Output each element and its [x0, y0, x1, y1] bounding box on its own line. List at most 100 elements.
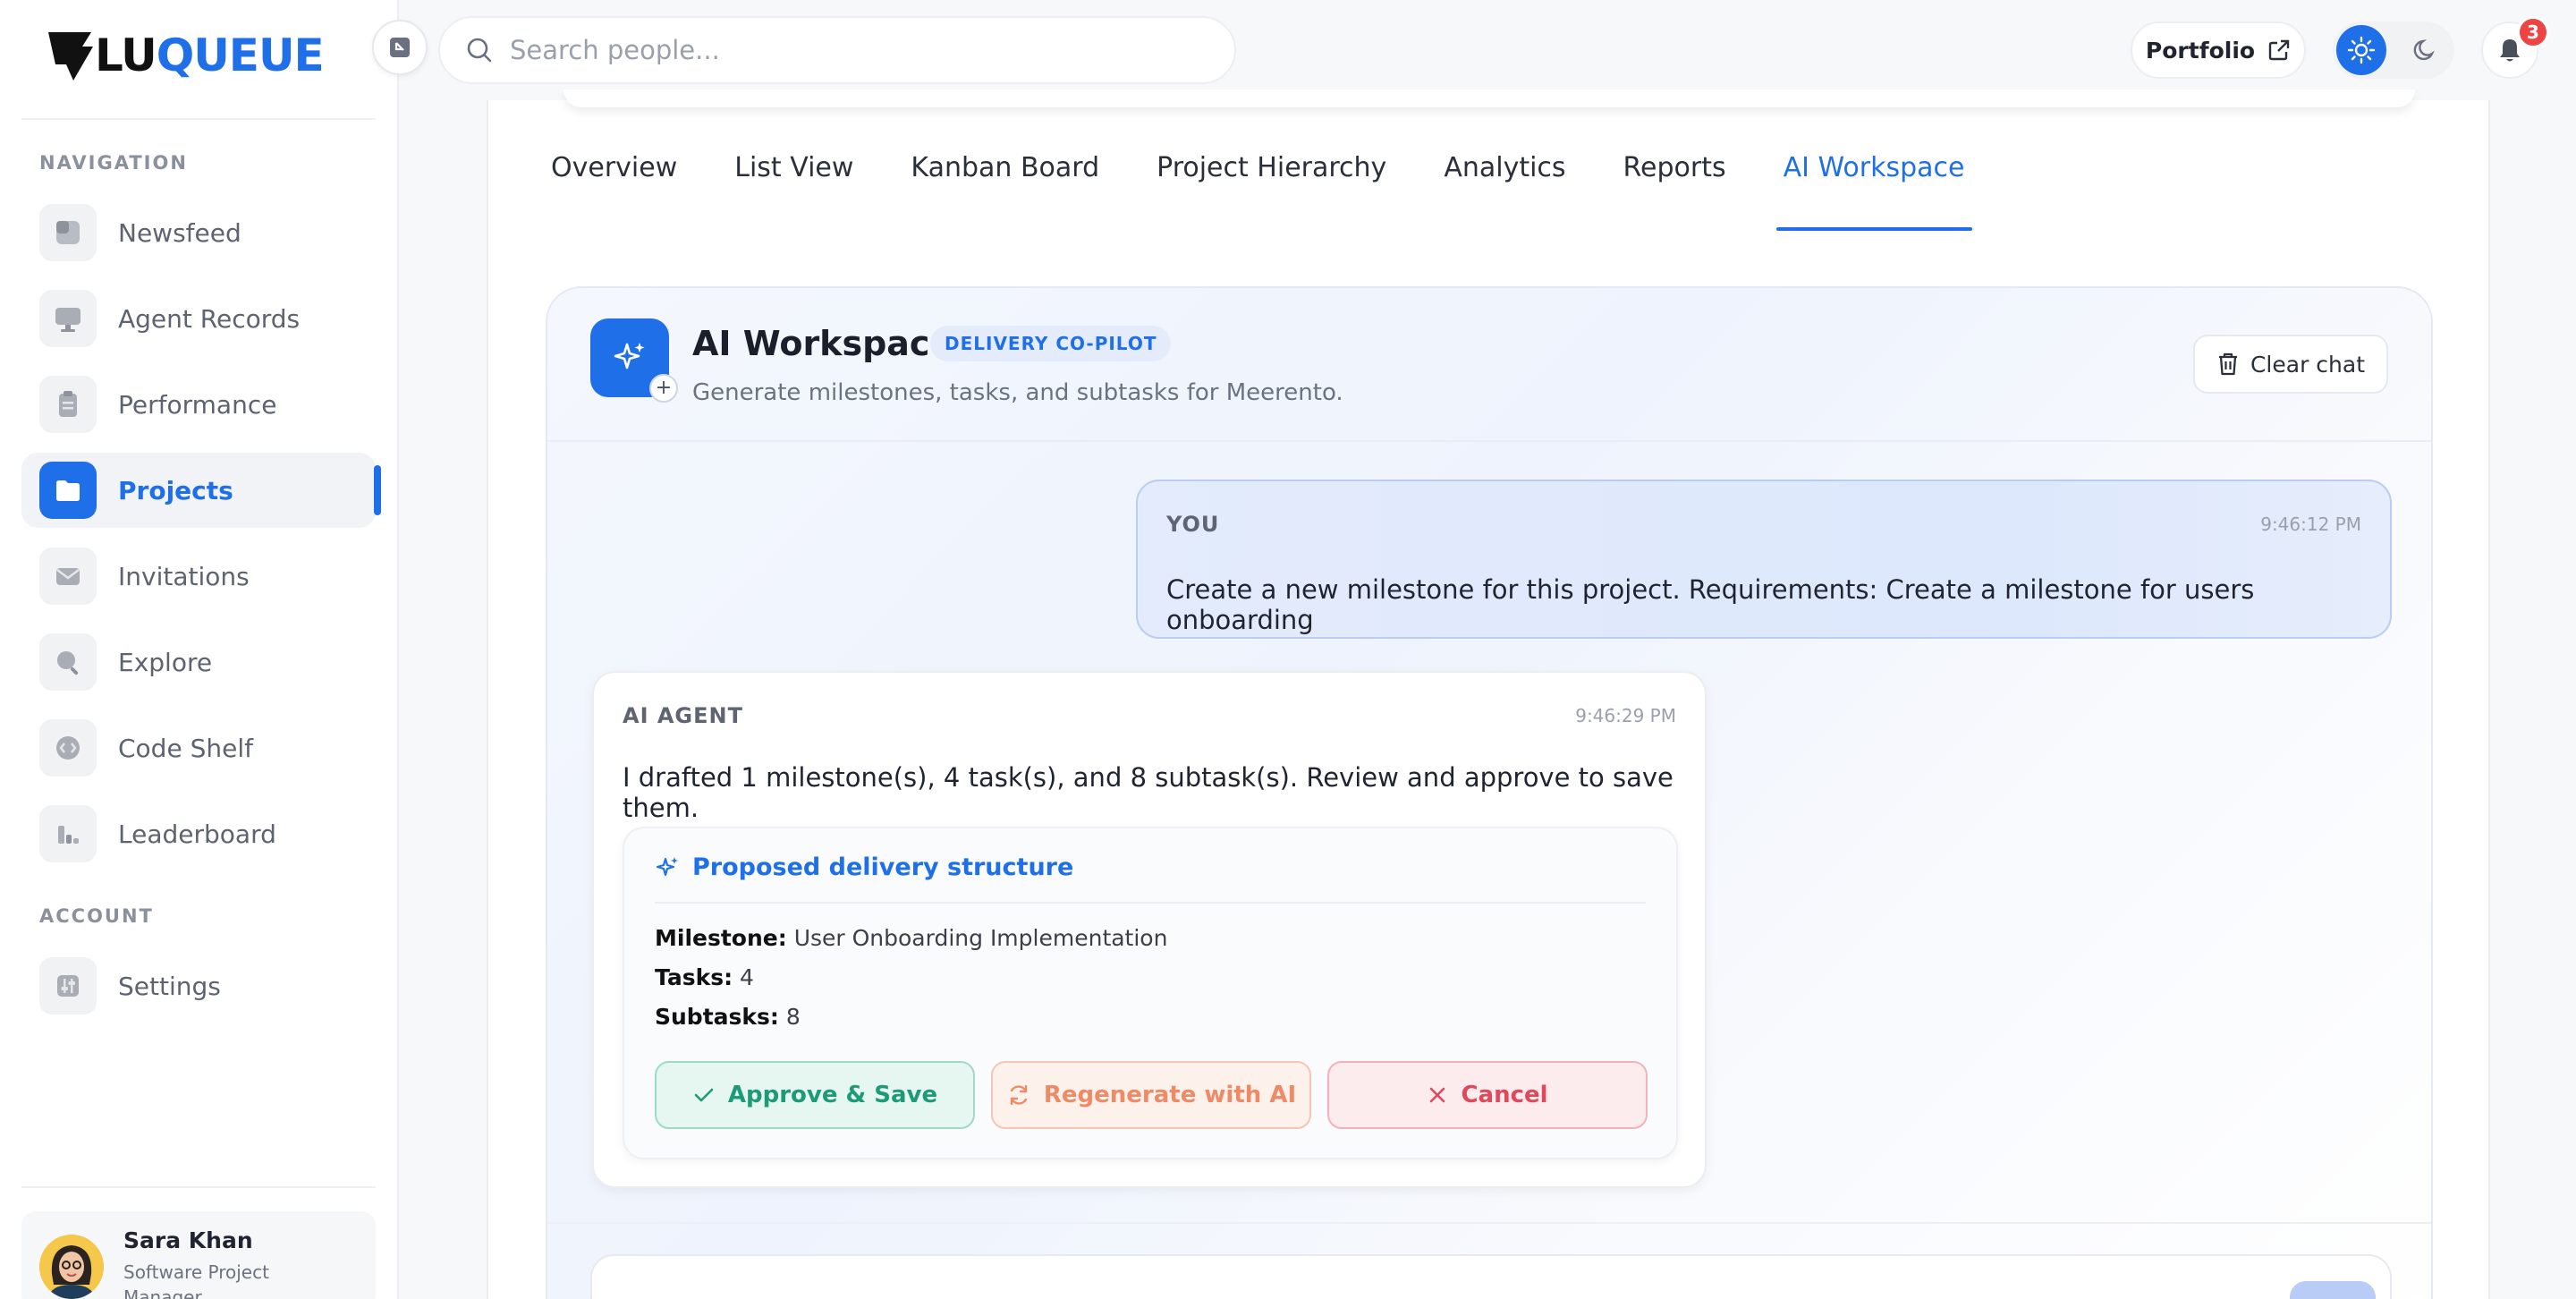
proposal-title: Proposed delivery structure: [692, 853, 1074, 881]
tab-ai-workspace[interactable]: AI Workspace: [1775, 152, 1972, 231]
message-role: AI AGENT: [623, 703, 743, 728]
logo-mark-icon: [48, 32, 93, 81]
folder-icon: [39, 462, 97, 519]
sidebar-item-label: Explore: [118, 647, 213, 677]
sidebar-item-performance[interactable]: Performance: [21, 367, 376, 442]
sidebar-item-label: Performance: [118, 389, 277, 420]
external-link-icon: [2268, 39, 2290, 61]
chat-compose-box[interactable]: [590, 1254, 2392, 1299]
notifications-button[interactable]: 3: [2481, 16, 2549, 79]
proposal-header: Proposed delivery structure: [655, 853, 1073, 881]
search-bar[interactable]: [438, 16, 1236, 84]
search-icon: [467, 38, 492, 63]
message-role: YOU: [1166, 512, 1220, 537]
sidebar-item-explore[interactable]: Explore: [21, 624, 376, 700]
brand-logo[interactable]: LUQUEUE: [47, 25, 325, 86]
sun-icon: [2347, 36, 2376, 64]
sidebar-item-label: Code Shelf: [118, 733, 253, 763]
sidebar-item-label: Invitations: [118, 561, 250, 591]
user-role: Software Project Manager: [123, 1261, 269, 1299]
send-button[interactable]: [2290, 1281, 2376, 1299]
chat-input[interactable]: [619, 1283, 2229, 1299]
plus-icon: +: [649, 374, 678, 403]
newsfeed-icon: [39, 204, 97, 261]
theme-toggle[interactable]: [2333, 21, 2454, 79]
message-time: 9:46:29 PM: [1575, 705, 1676, 726]
sidebar-item-label: Newsfeed: [118, 217, 242, 248]
sidebar-item-settings[interactable]: Settings: [21, 948, 376, 1023]
clear-chat-button[interactable]: Clear chat: [2193, 335, 2388, 394]
proposal-divider: [655, 902, 1646, 904]
bar-chart-icon: [39, 805, 97, 862]
tab-reports[interactable]: Reports: [1623, 152, 1726, 231]
user-name: Sara Khan: [123, 1227, 253, 1253]
sidebar-item-leaderboard[interactable]: Leaderboard: [21, 796, 376, 871]
clipboard-icon: [39, 376, 97, 433]
section-label-account: ACCOUNT: [39, 905, 154, 927]
sidebar-item-label: Settings: [118, 971, 221, 1001]
code-icon: [39, 719, 97, 777]
sidebar-item-projects[interactable]: Projects: [21, 453, 381, 528]
header-card-edge: [564, 89, 2415, 107]
message-time: 9:46:12 PM: [2260, 514, 2361, 535]
light-mode-button[interactable]: [2336, 25, 2386, 75]
topbar: Portfolio 3: [372, 0, 2576, 100]
check-icon: [694, 1088, 714, 1102]
approve-save-button[interactable]: Approve & Save: [655, 1061, 975, 1129]
monitor-icon: [39, 290, 97, 347]
sidebar-item-label: Leaderboard: [118, 819, 276, 849]
refresh-icon: [1010, 1084, 1028, 1106]
dark-mode-button[interactable]: [2401, 25, 2451, 75]
workspace-subtitle: Generate milestones, tasks, and subtasks…: [692, 379, 1343, 406]
workspace-badge: DELIVERY CO-PILOT: [930, 326, 1172, 361]
message-text: I drafted 1 milestone(s), 4 task(s), and…: [623, 762, 1674, 823]
regenerate-button[interactable]: Regenerate with AI: [991, 1061, 1311, 1129]
avatar: [39, 1235, 104, 1299]
ai-workspace-panel: + AI Workspace DELIVERY CO-PILOT Generat…: [546, 286, 2433, 1299]
active-indicator: [374, 465, 381, 515]
cancel-button[interactable]: Cancel: [1327, 1061, 1648, 1129]
close-icon: [1430, 1087, 1445, 1103]
tab-project-hierarchy[interactable]: Project Hierarchy: [1157, 152, 1386, 231]
message-text: Create a new milestone for this project.…: [1166, 574, 2255, 635]
sidebar-divider: [21, 1186, 376, 1188]
portfolio-label: Portfolio: [2145, 37, 2256, 64]
proposal-card: Proposed delivery structure Milestone: U…: [623, 827, 1678, 1159]
tab-kanban-board[interactable]: Kanban Board: [911, 152, 1099, 231]
user-profile-card[interactable]: Sara Khan Software Project Manager: [21, 1211, 376, 1299]
sidebar-item-label: Projects: [118, 475, 233, 505]
sliders-icon: [39, 957, 97, 1015]
project-tabs: Overview List View Kanban Board Project …: [551, 152, 2022, 231]
collapse-sidebar-button[interactable]: [372, 20, 428, 75]
milestone-row: Milestone: User Onboarding Implementatio…: [655, 925, 1168, 951]
sidebar: LUQUEUE NAVIGATION Newsfeed Agent Record…: [0, 0, 399, 1299]
tab-list-view[interactable]: List View: [734, 152, 853, 231]
workspace-title: AI Workspace: [692, 324, 953, 363]
section-label-navigation: NAVIGATION: [39, 152, 188, 174]
sidebar-divider: [21, 118, 376, 120]
sparkles-icon: [656, 856, 678, 876]
brand-name: LUQUEUE: [95, 30, 325, 81]
search-icon: [39, 633, 97, 691]
clear-chat-label: Clear chat: [2250, 351, 2366, 378]
mail-icon: [39, 548, 97, 605]
moon-icon: [2413, 39, 2435, 61]
tab-analytics[interactable]: Analytics: [1444, 152, 1565, 231]
trash-icon: [2218, 352, 2237, 376]
sidebar-item-code-shelf[interactable]: Code Shelf: [21, 710, 376, 785]
tasks-row: Tasks: 4: [655, 964, 754, 990]
collapse-icon: [390, 38, 410, 57]
sidebar-item-invitations[interactable]: Invitations: [21, 539, 376, 614]
sidebar-item-label: Agent Records: [118, 303, 301, 334]
portfolio-button[interactable]: Portfolio: [2131, 21, 2306, 79]
header-divider: [547, 440, 2431, 442]
subtasks-row: Subtasks: 8: [655, 1004, 801, 1030]
sidebar-item-newsfeed[interactable]: Newsfeed: [21, 195, 376, 270]
sidebar-item-agent-records[interactable]: Agent Records: [21, 281, 376, 356]
search-input[interactable]: [510, 35, 1190, 65]
ai-message: AI AGENT 9:46:29 PM I drafted 1 mileston…: [592, 671, 1707, 1188]
compose-divider: [547, 1222, 2431, 1224]
tab-overview[interactable]: Overview: [551, 152, 677, 231]
notification-count-badge: 3: [2517, 16, 2549, 48]
user-message: YOU 9:46:12 PM Create a new milestone fo…: [1136, 480, 2392, 639]
